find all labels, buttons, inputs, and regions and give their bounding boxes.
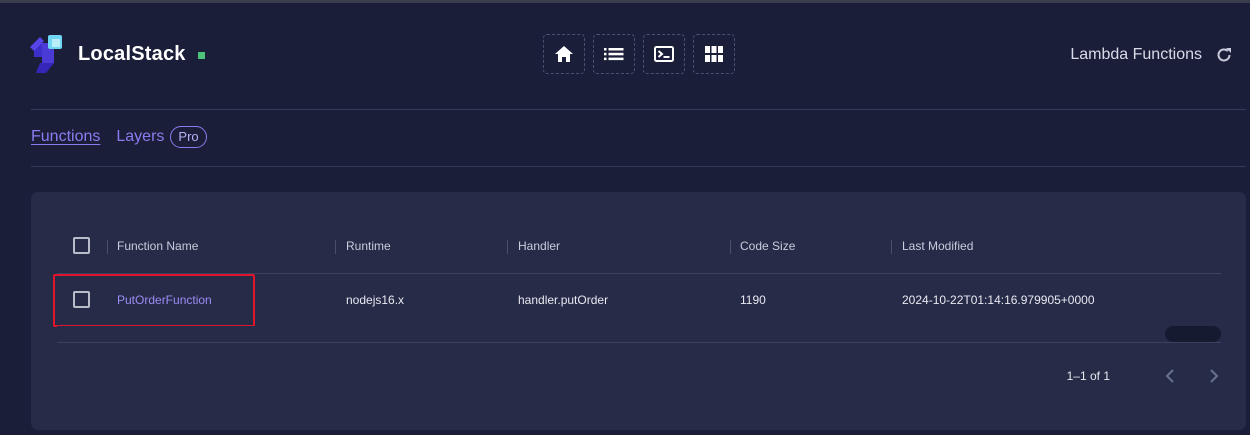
column-header-handler[interactable]: Handler bbox=[518, 239, 560, 253]
column-separator bbox=[730, 240, 731, 254]
previous-page-button[interactable] bbox=[1158, 364, 1182, 388]
page: LocalStack Lambda Functions Functions La… bbox=[0, 0, 1250, 435]
column-separator bbox=[335, 240, 336, 254]
list-view-button[interactable] bbox=[593, 34, 635, 74]
tab-layers[interactable]: Layers bbox=[116, 128, 164, 146]
runtime-cell: nodejs16.x bbox=[346, 293, 405, 307]
header-right: Lambda Functions bbox=[1070, 45, 1234, 65]
home-icon bbox=[555, 46, 573, 62]
brand[interactable]: LocalStack bbox=[30, 33, 205, 75]
refresh-icon bbox=[1217, 48, 1231, 62]
column-header-code-size[interactable]: Code Size bbox=[740, 239, 795, 253]
home-button[interactable] bbox=[543, 34, 585, 74]
next-page-button[interactable] bbox=[1202, 364, 1226, 388]
annotation-highlight-box bbox=[53, 274, 255, 327]
column-separator bbox=[107, 240, 108, 254]
horizontal-scrollbar-thumb[interactable] bbox=[1165, 326, 1221, 342]
code-size-cell: 1190 bbox=[740, 293, 766, 307]
status-indicator bbox=[197, 51, 205, 59]
pagination-footer: 1–1 of 1 bbox=[1067, 364, 1226, 388]
chevron-left-icon bbox=[1165, 369, 1174, 383]
tab-functions[interactable]: Functions bbox=[31, 128, 100, 146]
column-separator bbox=[507, 240, 508, 254]
chevron-right-icon bbox=[1210, 369, 1219, 383]
table-bottom-divider bbox=[57, 342, 1221, 343]
terminal-button[interactable] bbox=[643, 34, 685, 74]
window-top-border bbox=[0, 0, 1250, 3]
horizontal-scrollbar-track[interactable] bbox=[57, 326, 1221, 342]
header-divider bbox=[31, 109, 1246, 110]
pro-badge: Pro bbox=[170, 126, 207, 148]
tabs-divider bbox=[31, 166, 1246, 167]
pagination-info: 1–1 of 1 bbox=[1066, 369, 1110, 383]
column-separator bbox=[891, 240, 892, 254]
last-modified-cell: 2024-10-22T01:14:16.979905+0000 bbox=[902, 293, 1095, 307]
column-header-last-modified[interactable]: Last Modified bbox=[902, 239, 973, 253]
column-header-function-name[interactable]: Function Name bbox=[117, 239, 198, 253]
terminal-icon bbox=[654, 46, 674, 62]
column-header-runtime[interactable]: Runtime bbox=[346, 239, 391, 253]
app-name: LocalStack bbox=[78, 42, 186, 65]
handler-cell: handler.putOrder bbox=[518, 293, 609, 307]
top-toolbar bbox=[543, 34, 735, 74]
localstack-logo bbox=[30, 33, 72, 75]
refresh-button[interactable] bbox=[1214, 45, 1234, 65]
select-all-checkbox[interactable] bbox=[73, 237, 90, 254]
grid-icon bbox=[705, 46, 723, 62]
grid-view-button[interactable] bbox=[693, 34, 735, 74]
tab-bar: Functions Layers Pro bbox=[31, 126, 207, 148]
functions-card: Function Name Runtime Handler Code Size … bbox=[31, 192, 1246, 430]
page-title: Lambda Functions bbox=[1070, 46, 1202, 63]
list-icon bbox=[604, 48, 624, 61]
